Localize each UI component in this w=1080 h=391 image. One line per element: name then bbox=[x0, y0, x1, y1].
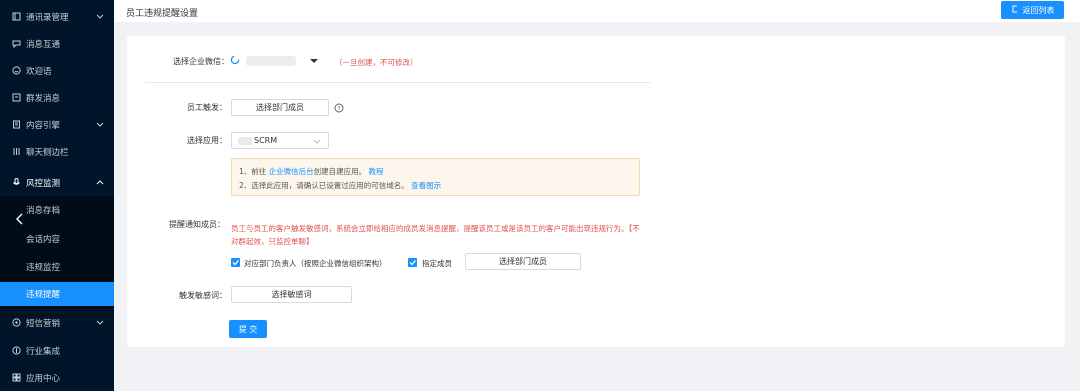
svg-text:?: ? bbox=[337, 105, 340, 113]
sidebar-item-message[interactable]: 消息互通 bbox=[0, 30, 114, 57]
page-title: 员工违规提醒设置 bbox=[126, 9, 199, 19]
corp-wechat-select[interactable] bbox=[230, 54, 326, 68]
notify-warning-text: 员工与员工的客户触发敏感词，系统会立即给相应的成员发消息提醒，提醒该员工或是该员… bbox=[231, 224, 640, 246]
select-app-dropdown[interactable]: SCRM bbox=[231, 132, 329, 149]
sidebar-item-label: 群发消息 bbox=[26, 93, 61, 104]
help-icon[interactable]: ? bbox=[334, 103, 344, 115]
specify-member-checkbox[interactable] bbox=[408, 258, 417, 267]
caret-down-icon bbox=[310, 57, 318, 66]
sidebar-item-content[interactable]: 内容引擎 bbox=[0, 111, 114, 138]
notify-members-label: 提醒通知成员： bbox=[169, 220, 225, 229]
view-diagram-link[interactable]: 查看图示 bbox=[411, 181, 441, 190]
sms-icon bbox=[11, 318, 21, 328]
sidebar-sub-label: 会话内容 bbox=[26, 235, 61, 245]
settings-card: 选择企业微信： （一旦创建，不可修改） 员工触发： 选择部门成员 ? 选择应用：… bbox=[127, 36, 1065, 347]
sidebar-item-welcome[interactable]: 欢迎语 bbox=[0, 57, 114, 84]
chevron-up-icon bbox=[96, 178, 104, 186]
hint-line-2: 2、选择此应用，请确认已设置过应用的可信域名。 查看图示 bbox=[239, 180, 441, 191]
collapse-sidebar-icon[interactable] bbox=[13, 212, 27, 226]
hint-text: 1、前往 bbox=[239, 167, 269, 176]
sidebar-item-label: 内容引擎 bbox=[26, 120, 61, 131]
contacts-icon bbox=[11, 12, 21, 22]
submit-button[interactable]: 提 交 bbox=[229, 320, 267, 338]
sidebar-item-label: 欢迎语 bbox=[26, 66, 52, 77]
sidebar-sub-label: 违规监控 bbox=[26, 263, 61, 273]
sidebar-item-label: 应用中心 bbox=[26, 373, 61, 384]
sidebar-sub-label: 消息存档 bbox=[26, 206, 61, 216]
sidebar-sub-label: 违规提醒 bbox=[26, 290, 61, 300]
select-dept-member-button[interactable]: 选择部门成员 bbox=[231, 99, 329, 116]
sidebar-item-label: 短信营销 bbox=[26, 318, 61, 329]
chevron-down-icon bbox=[313, 137, 321, 147]
chevron-down-icon bbox=[96, 120, 104, 128]
apps-icon bbox=[11, 373, 21, 383]
back-to-list-button[interactable]: 返回列表 bbox=[1001, 1, 1064, 19]
sidebar-item-label: 通讯录管理 bbox=[26, 12, 69, 23]
sidebar-item-contacts[interactable]: 通讯录管理 bbox=[0, 3, 114, 30]
sidebar-item-label: 行业集成 bbox=[26, 346, 61, 357]
divider bbox=[145, 82, 650, 83]
select-app-value: SCRM bbox=[254, 136, 278, 145]
hint-text: 2、选择此应用，请确认已设置过应用的可信域名。 bbox=[239, 181, 412, 190]
integration-icon bbox=[11, 346, 21, 356]
hint-line-1: 1、前往 企业微信后台创建自建应用。 教程 bbox=[239, 166, 384, 177]
select-app-label: 选择应用： bbox=[187, 136, 227, 145]
sidebar-item-chat-sidebar[interactable]: 聊天侧边栏 bbox=[0, 138, 114, 165]
sidebar-item-integration[interactable]: 行业集成 bbox=[0, 337, 114, 364]
sensitive-words-label: 触发敏感词： bbox=[179, 291, 227, 300]
wechat-admin-link[interactable]: 企业微信后台 bbox=[269, 167, 314, 176]
back-icon bbox=[1011, 5, 1019, 15]
sidebar-item-label: 风控监测 bbox=[26, 178, 61, 189]
sidebar-sub-session-content[interactable]: 会话内容 bbox=[0, 227, 114, 251]
sidebar-item-broadcast[interactable]: 群发消息 bbox=[0, 84, 114, 111]
sidebar-icon bbox=[11, 147, 21, 157]
sidebar-item-apps[interactable]: 应用中心 bbox=[0, 364, 114, 391]
sidebar-item-risk-monitor[interactable]: 风控监测 bbox=[0, 169, 114, 196]
employee-trigger-label: 员工触发： bbox=[187, 103, 227, 112]
loading-icon bbox=[230, 55, 240, 67]
app-icon bbox=[238, 136, 252, 145]
sidebar: 通讯录管理 消息互通 欢迎语 群发消息 内容引擎 聊天侧边栏 风控监测 消息存档… bbox=[0, 0, 114, 391]
smile-icon bbox=[11, 66, 21, 76]
message-icon bbox=[11, 39, 21, 49]
blurred-corp-name bbox=[246, 56, 296, 66]
broadcast-icon bbox=[11, 93, 21, 103]
sidebar-item-label: 消息互通 bbox=[26, 39, 61, 50]
checkmark-icon bbox=[232, 260, 239, 266]
tutorial-link[interactable]: 教程 bbox=[369, 167, 384, 176]
sidebar-item-sms[interactable]: 短信营销 bbox=[0, 309, 114, 336]
select-sensitive-words-button[interactable]: 选择敏感词 bbox=[231, 286, 352, 303]
sidebar-sub-violation-alert[interactable]: 违规提醒 bbox=[0, 282, 114, 306]
chevron-down-icon bbox=[96, 12, 104, 20]
back-button-label: 返回列表 bbox=[1022, 5, 1055, 15]
sidebar-item-label: 聊天侧边栏 bbox=[26, 147, 69, 158]
page-header: 员工违规提醒设置 返回列表 bbox=[114, 0, 1080, 22]
dept-head-label: 对应部门负责人（按照企业微信组织架构） bbox=[244, 259, 387, 268]
microphone-icon bbox=[11, 178, 21, 188]
sidebar-sub-violation-monitor[interactable]: 违规监控 bbox=[0, 255, 114, 279]
corp-wechat-label: 选择企业微信： bbox=[173, 57, 229, 66]
content-icon bbox=[11, 120, 21, 130]
select-dept-member-button-2[interactable]: 选择部门成员 bbox=[465, 253, 581, 270]
specify-member-label: 指定成员 bbox=[422, 259, 452, 268]
hint-text: 创建自建应用。 bbox=[313, 167, 369, 176]
dept-head-checkbox[interactable] bbox=[231, 258, 240, 267]
chevron-down-icon bbox=[96, 318, 104, 326]
app-hint-box: 1、前往 企业微信后台创建自建应用。 教程 2、选择此应用，请确认已设置过应用的… bbox=[231, 158, 640, 196]
corp-wechat-note: （一旦创建，不可修改） bbox=[335, 58, 418, 67]
checkmark-icon bbox=[409, 260, 416, 266]
